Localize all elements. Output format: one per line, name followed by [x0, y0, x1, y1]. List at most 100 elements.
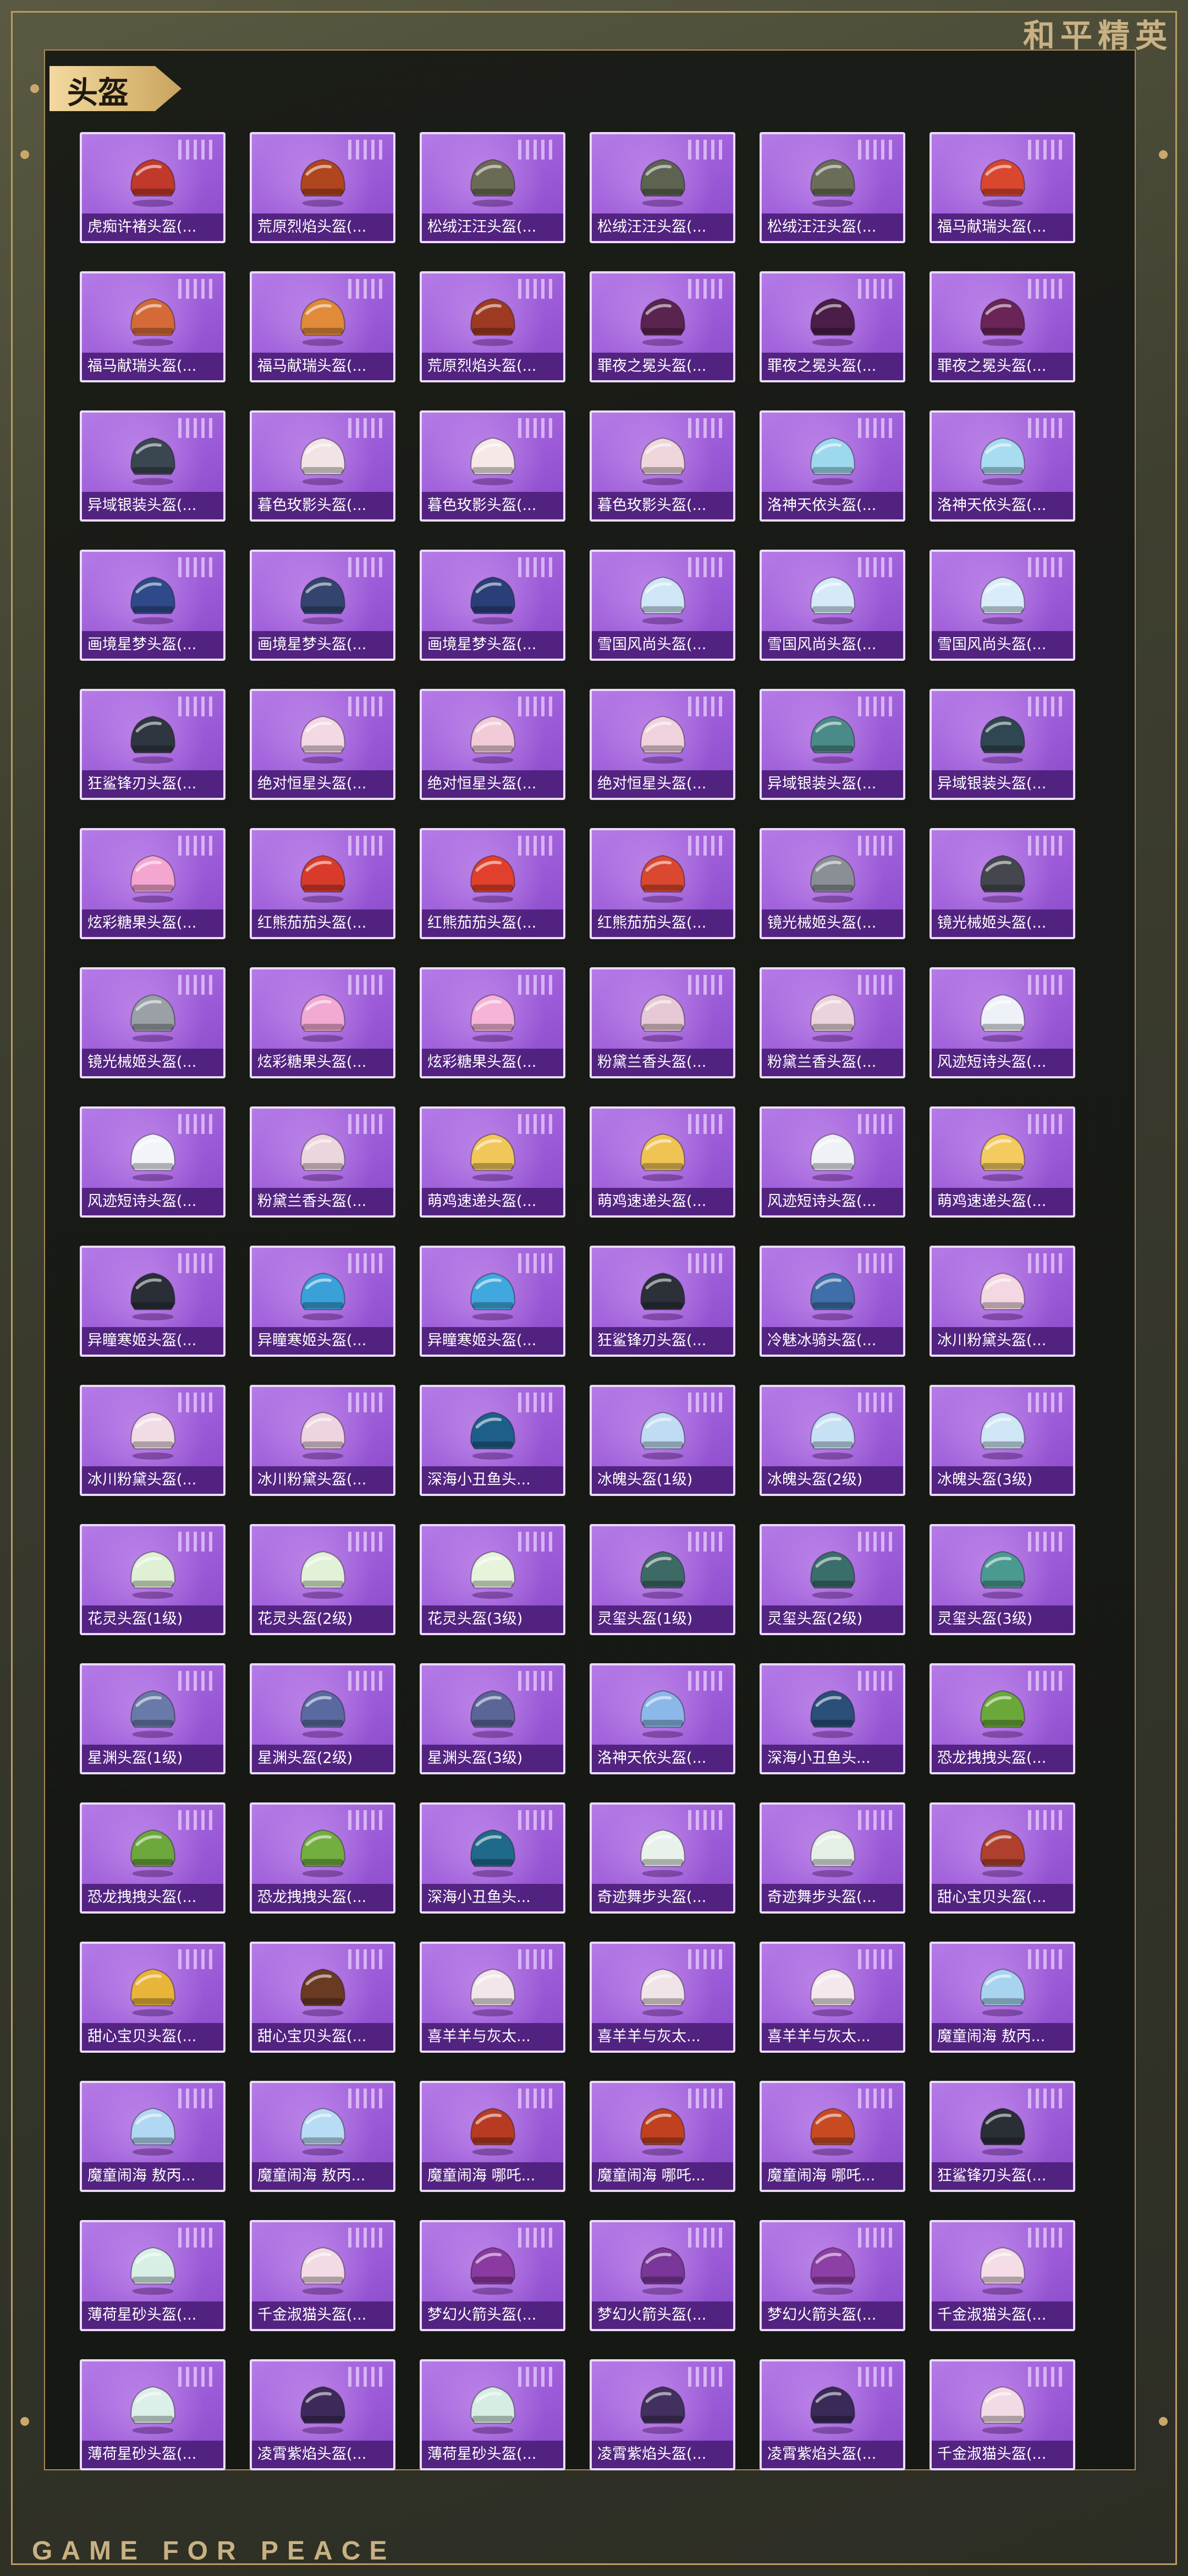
helmet-item-card[interactable]: 喜羊羊与灰太... [590, 1942, 735, 2053]
helmet-item-card[interactable]: 冷魅冰骑头盔(... [760, 1246, 905, 1357]
helmet-item-card[interactable]: 梦幻火箭头盔(... [420, 2220, 565, 2331]
helmet-item-card[interactable]: 凌霄紫焰头盔(... [590, 2359, 735, 2470]
helmet-item-card[interactable]: 恐龙拽拽头盔(... [80, 1802, 226, 1914]
helmet-item-card[interactable]: 风迹短诗头盔(... [760, 1106, 905, 1218]
helmet-item-card[interactable]: 千金淑猫头盔(... [250, 2220, 395, 2331]
helmet-item-card[interactable]: 星渊头盔(3级) [420, 1663, 565, 1774]
helmet-item-card[interactable]: 灵玺头盔(3级) [930, 1524, 1075, 1635]
helmet-item-card[interactable]: 红熊茄茄头盔(... [420, 828, 565, 939]
helmet-item-card[interactable]: 喜羊羊与灰太... [760, 1942, 905, 2053]
helmet-item-card[interactable]: 冰魄头盔(2级) [760, 1385, 905, 1496]
helmet-item-card[interactable]: 罪夜之冕头盔(... [760, 271, 905, 382]
helmet-item-card[interactable]: 魔童闹海 哪吒... [760, 2081, 905, 2192]
helmet-item-card[interactable]: 异瞳寒姬头盔(... [80, 1246, 226, 1357]
helmet-item-card[interactable]: 洛神天依头盔(... [760, 410, 905, 522]
helmet-item-card[interactable]: 镜光械姬头盔(... [760, 828, 905, 939]
helmet-item-card[interactable]: 灵玺头盔(2级) [760, 1524, 905, 1635]
helmet-item-card[interactable]: 画境星梦头盔(... [420, 550, 565, 661]
helmet-item-card[interactable]: 深海小丑鱼头... [760, 1663, 905, 1774]
helmet-item-card[interactable]: 魔童闹海 敖丙... [250, 2081, 395, 2192]
helmet-item-card[interactable]: 深海小丑鱼头... [420, 1802, 565, 1914]
helmet-item-card[interactable]: 福马献瑞头盔(... [930, 132, 1075, 243]
helmet-item-card[interactable]: 萌鸡速递头盔(... [930, 1106, 1075, 1218]
helmet-item-card[interactable]: 梦幻火箭头盔(... [760, 2220, 905, 2331]
helmet-item-card[interactable]: 绝对恒星头盔(... [420, 689, 565, 800]
helmet-item-card[interactable]: 千金淑猫头盔(... [930, 2359, 1075, 2470]
helmet-item-card[interactable]: 甜心宝贝头盔(... [250, 1942, 395, 2053]
helmet-item-card[interactable]: 风迹短诗头盔(... [80, 1106, 226, 1218]
helmet-item-card[interactable]: 凌霄紫焰头盔(... [760, 2359, 905, 2470]
helmet-item-card[interactable]: 粉黛兰香头盔(... [590, 967, 735, 1078]
helmet-item-card[interactable]: 恐龙拽拽头盔(... [250, 1802, 395, 1914]
helmet-item-card[interactable]: 冰川粉黛头盔(... [80, 1385, 226, 1496]
helmet-item-card[interactable]: 萌鸡速递头盔(... [590, 1106, 735, 1218]
helmet-item-card[interactable]: 凌霄紫焰头盔(... [250, 2359, 395, 2470]
helmet-item-card[interactable]: 红熊茄茄头盔(... [250, 828, 395, 939]
helmet-item-card[interactable]: 冰川粉黛头盔(... [930, 1246, 1075, 1357]
helmet-item-card[interactable]: 松绒汪汪头盔(... [590, 132, 735, 243]
helmet-item-card[interactable]: 恐龙拽拽头盔(... [930, 1663, 1075, 1774]
helmet-item-card[interactable]: 异域银装头盔(... [930, 689, 1075, 800]
helmet-item-card[interactable]: 奇迹舞步头盔(... [760, 1802, 905, 1914]
helmet-item-card[interactable]: 福马献瑞头盔(... [80, 271, 226, 382]
helmet-item-card[interactable]: 镜光械姬头盔(... [930, 828, 1075, 939]
helmet-item-card[interactable]: 狂鲨锋刃头盔(... [930, 2081, 1075, 2192]
helmet-item-card[interactable]: 奇迹舞步头盔(... [590, 1802, 735, 1914]
helmet-item-card[interactable]: 雪国风尚头盔(... [760, 550, 905, 661]
helmet-item-card[interactable]: 洛神天依头盔(... [590, 1663, 735, 1774]
helmet-item-card[interactable]: 狂鲨锋刃头盔(... [590, 1246, 735, 1357]
helmet-item-card[interactable]: 松绒汪汪头盔(... [760, 132, 905, 243]
helmet-item-card[interactable]: 暮色玫影头盔(... [250, 410, 395, 522]
helmet-item-card[interactable]: 薄荷星砂头盔(... [80, 2220, 226, 2331]
helmet-item-card[interactable]: 魔童闹海 敖丙... [80, 2081, 226, 2192]
helmet-item-card[interactable]: 画境星梦头盔(... [250, 550, 395, 661]
helmet-item-card[interactable]: 魔童闹海 哪吒... [420, 2081, 565, 2192]
helmet-item-card[interactable]: 绝对恒星头盔(... [590, 689, 735, 800]
helmet-item-card[interactable]: 魔童闹海 敖丙... [930, 1942, 1075, 2053]
helmet-item-card[interactable]: 冰魄头盔(1级) [590, 1385, 735, 1496]
helmet-item-card[interactable]: 洛神天依头盔(... [930, 410, 1075, 522]
helmet-item-card[interactable]: 花灵头盔(2级) [250, 1524, 395, 1635]
helmet-item-card[interactable]: 荒原烈焰头盔(... [250, 132, 395, 243]
helmet-item-card[interactable]: 甜心宝贝头盔(... [930, 1802, 1075, 1914]
helmet-item-card[interactable]: 甜心宝贝头盔(... [80, 1942, 226, 2053]
helmet-item-card[interactable]: 荒原烈焰头盔(... [420, 271, 565, 382]
helmet-item-card[interactable]: 异瞳寒姬头盔(... [250, 1246, 395, 1357]
helmet-item-card[interactable]: 虎痴许褚头盔(... [80, 132, 226, 243]
helmet-item-card[interactable]: 喜羊羊与灰太... [420, 1942, 565, 2053]
helmet-item-card[interactable]: 千金淑猫头盔(... [930, 2220, 1075, 2331]
helmet-item-card[interactable]: 炫彩糖果头盔(... [80, 828, 226, 939]
helmet-item-card[interactable]: 冰川粉黛头盔(... [250, 1385, 395, 1496]
helmet-item-card[interactable]: 深海小丑鱼头... [420, 1385, 565, 1496]
helmet-item-card[interactable]: 罪夜之冕头盔(... [930, 271, 1075, 382]
helmet-item-card[interactable]: 花灵头盔(1级) [80, 1524, 226, 1635]
helmet-item-card[interactable]: 红熊茄茄头盔(... [590, 828, 735, 939]
helmet-item-card[interactable]: 罪夜之冕头盔(... [590, 271, 735, 382]
helmet-item-card[interactable]: 薄荷星砂头盔(... [80, 2359, 226, 2470]
helmet-item-card[interactable]: 灵玺头盔(1级) [590, 1524, 735, 1635]
helmet-item-card[interactable]: 异域银装头盔(... [80, 410, 226, 522]
helmet-item-card[interactable]: 薄荷星砂头盔(... [420, 2359, 565, 2470]
helmet-item-card[interactable]: 狂鲨锋刃头盔(... [80, 689, 226, 800]
helmet-item-card[interactable]: 异瞳寒姬头盔(... [420, 1246, 565, 1357]
helmet-item-card[interactable]: 粉黛兰香头盔(... [250, 1106, 395, 1218]
helmet-item-card[interactable]: 星渊头盔(2级) [250, 1663, 395, 1774]
helmet-item-card[interactable]: 镜光械姬头盔(... [80, 967, 226, 1078]
helmet-item-card[interactable]: 花灵头盔(3级) [420, 1524, 565, 1635]
helmet-item-card[interactable]: 梦幻火箭头盔(... [590, 2220, 735, 2331]
helmet-item-card[interactable]: 异域银装头盔(... [760, 689, 905, 800]
helmet-item-card[interactable]: 星渊头盔(1级) [80, 1663, 226, 1774]
helmet-item-card[interactable]: 暮色玫影头盔(... [590, 410, 735, 522]
helmet-item-card[interactable]: 魔童闹海 哪吒... [590, 2081, 735, 2192]
helmet-item-card[interactable]: 冰魄头盔(3级) [930, 1385, 1075, 1496]
helmet-item-card[interactable]: 画境星梦头盔(... [80, 550, 226, 661]
helmet-item-card[interactable]: 炫彩糖果头盔(... [250, 967, 395, 1078]
helmet-item-card[interactable]: 炫彩糖果头盔(... [420, 967, 565, 1078]
helmet-item-card[interactable]: 福马献瑞头盔(... [250, 271, 395, 382]
helmet-item-card[interactable]: 粉黛兰香头盔(... [760, 967, 905, 1078]
helmet-item-card[interactable]: 雪国风尚头盔(... [590, 550, 735, 661]
helmet-item-card[interactable]: 雪国风尚头盔(... [930, 550, 1075, 661]
helmet-item-card[interactable]: 暮色玫影头盔(... [420, 410, 565, 522]
helmet-item-card[interactable]: 松绒汪汪头盔(... [420, 132, 565, 243]
helmet-item-card[interactable]: 风迹短诗头盔(... [930, 967, 1075, 1078]
